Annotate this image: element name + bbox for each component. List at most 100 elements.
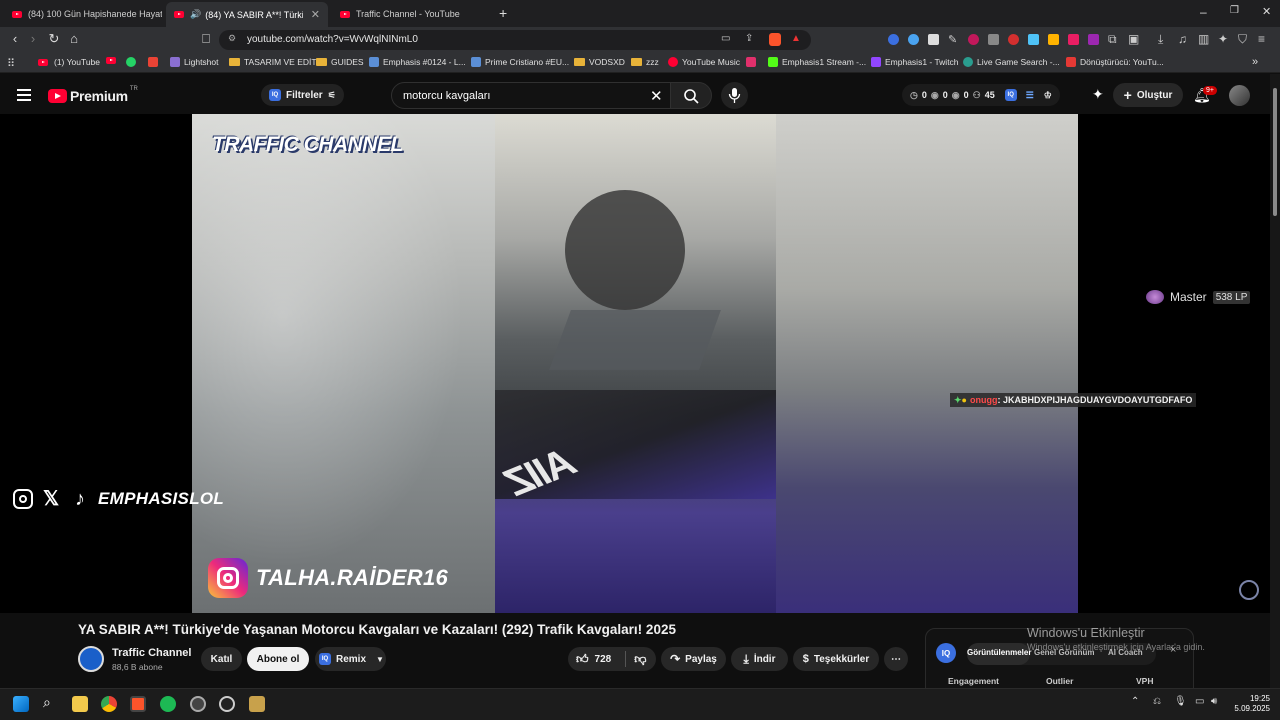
app-icon[interactable] <box>219 696 235 712</box>
extension-icon[interactable] <box>1088 34 1099 45</box>
scrollbar-thumb[interactable] <box>1273 88 1277 216</box>
dislike-icon[interactable]: 👎︎ <box>634 652 646 667</box>
reload-icon[interactable]: ↻ <box>46 31 62 47</box>
site-info-icon[interactable]: ⚙ <box>228 33 236 44</box>
close-tab-icon[interactable]: ✕ <box>311 8 320 21</box>
search-button[interactable] <box>670 82 712 109</box>
bookmark-folder[interactable]: TASARIM VE EDİT <box>229 57 317 67</box>
music-icon[interactable]: ♫ <box>1178 32 1187 46</box>
youtube-logo[interactable]: Premium TR <box>48 86 138 104</box>
extension-icon[interactable] <box>1028 34 1039 45</box>
bookmark-item[interactable]: (1) YouTube <box>38 57 100 67</box>
microphone-tray-icon[interactable]: 🎙︎ <box>1174 696 1187 707</box>
volume-icon[interactable]: 🔊︎ <box>1211 696 1217 707</box>
site-icon <box>471 57 481 67</box>
account-avatar[interactable] <box>1229 85 1250 106</box>
tray-icon[interactable]: ⎌ <box>1153 696 1161 707</box>
browser-tab[interactable]: Traffic Channel - YouTube <box>332 3 492 25</box>
search-input[interactable]: motorcu kavgaları ✕ <box>391 82 671 109</box>
back-icon[interactable]: ‹ <box>7 31 23 47</box>
like-icon[interactable]: 👍︎ <box>576 652 589 667</box>
bookmark-item[interactable]: Emphasis1 - Twitch <box>871 57 959 67</box>
like-count[interactable]: 728 <box>595 654 612 665</box>
create-button[interactable]: + Oluştur <box>1113 83 1183 107</box>
extension-stats-bar[interactable]: ◷ 0 ◉ 0 ◉ 0 ⚇ 45 IQ ☰ ♔ <box>902 84 1060 106</box>
bookmark-folder[interactable]: zzz <box>631 57 659 67</box>
restore-icon[interactable]: ❐ <box>1230 5 1239 16</box>
tab-views[interactable]: Görüntülenmeler <box>967 648 1031 657</box>
pen-extension-icon[interactable]: ✎ <box>948 33 957 46</box>
remix-button[interactable]: IQ Remix ▼ <box>315 647 386 671</box>
bookmark-item[interactable] <box>126 57 140 67</box>
network-icon[interactable]: ▭ <box>1195 696 1204 707</box>
app-icon[interactable] <box>190 696 206 712</box>
app-icon[interactable] <box>249 696 265 712</box>
extension-icon[interactable] <box>968 34 979 45</box>
split-view-icon[interactable]: ▥ <box>1198 32 1209 46</box>
join-button[interactable]: Katıl <box>201 647 242 671</box>
video-blur-left <box>192 114 495 613</box>
download-icon[interactable]: ⤓ <box>1158 32 1163 47</box>
new-tab-button[interactable]: + <box>499 5 507 21</box>
home-icon[interactable]: ⌂ <box>66 31 82 47</box>
bookmark-folder[interactable]: VODSXD <box>574 57 625 67</box>
vpn-icon[interactable]: ⛉ <box>1238 32 1247 47</box>
bookmark-item[interactable]: Dönüştürücü: YouTu... <box>1066 57 1164 67</box>
menu-icon[interactable] <box>17 89 31 104</box>
address-bar[interactable]: ⚙ youtube.com/watch?v=WvWqlNINmL0 ▭ ⇪ ▲ <box>219 30 811 50</box>
bookmark-item[interactable] <box>148 57 162 67</box>
windows-start-icon[interactable] <box>13 696 29 712</box>
bookmark-item[interactable]: Emphasis #0124 - L... <box>369 57 466 67</box>
minimize-icon[interactable]: – <box>1200 5 1207 19</box>
channel-avatar[interactable] <box>78 646 104 672</box>
apps-grid-icon[interactable]: ⠿ <box>7 57 15 70</box>
voice-search-button[interactable] <box>721 82 748 109</box>
extension-icon[interactable] <box>1008 34 1019 45</box>
extension-icon[interactable] <box>928 34 939 45</box>
extension-icon[interactable] <box>1048 34 1059 45</box>
bookmark-icon[interactable]: ⎕ <box>198 31 214 47</box>
channel-name[interactable]: Traffic Channel <box>112 647 191 659</box>
sparkle-icon[interactable]: ✦ <box>1092 86 1104 103</box>
brave-browser-icon[interactable] <box>130 696 146 712</box>
camera-extension-icon[interactable] <box>988 34 999 45</box>
extensions-icon[interactable]: ⧉ <box>1108 32 1117 47</box>
bookmark-item[interactable] <box>106 57 122 64</box>
bookmark-item[interactable]: Emphasis1 Stream -... <box>768 57 866 67</box>
bookmark-item[interactable] <box>746 57 760 67</box>
more-actions-button[interactable]: ⋯ <box>884 647 908 671</box>
close-window-icon[interactable]: ✕ <box>1262 5 1271 18</box>
extension-icon[interactable] <box>888 34 899 45</box>
browser-tab-active[interactable]: 🔊 (84) YA SABIR A**! Türkiye'de ✕ <box>166 2 328 27</box>
clear-search-icon[interactable]: ✕ <box>650 87 663 105</box>
browser-tab[interactable]: (84) 100 Gün Hapishanede Hayatta K <box>4 3 162 25</box>
search-icon[interactable]: ⌕ <box>43 694 51 711</box>
share-icon[interactable]: ⇪ <box>745 33 753 44</box>
bookmark-item[interactable]: Lightshot <box>170 57 219 67</box>
bookmark-folder[interactable]: GUIDES <box>316 57 364 67</box>
download-button[interactable]: ⤓ İndir <box>731 647 788 671</box>
leo-ai-icon[interactable]: ✦ <box>1218 32 1228 46</box>
extension-icon[interactable] <box>1068 34 1079 45</box>
extension-icon[interactable] <box>908 34 919 45</box>
subscribe-button[interactable]: Abone ol <box>247 647 309 671</box>
more-bookmarks-button[interactable]: » <box>1252 56 1258 68</box>
forward-icon[interactable]: › <box>25 31 41 47</box>
page-scrollbar[interactable] <box>1270 74 1280 688</box>
share-button[interactable]: ↷ Paylaş <box>661 647 726 671</box>
thanks-button[interactable]: $ Teşekkürler <box>793 647 879 671</box>
bookmark-item[interactable]: YouTube Music <box>668 57 740 67</box>
system-clock[interactable]: 19:25 5.09.2025 <box>1222 694 1270 714</box>
bookmark-item[interactable]: Live Game Search -... <box>963 57 1060 67</box>
file-explorer-icon[interactable] <box>72 696 88 712</box>
tray-chevron-icon[interactable]: ⌃ <box>1131 696 1139 707</box>
filters-button[interactable]: IQ Filtreler ⚟ <box>261 84 344 106</box>
chrome-icon[interactable] <box>101 696 117 712</box>
brave-rewards-icon[interactable]: ▲ <box>791 33 801 44</box>
bookmark-item[interactable]: Prime Cristiano #EU... <box>471 57 569 67</box>
brave-shields-icon[interactable] <box>769 33 781 46</box>
cast-icon[interactable]: ▭ <box>721 33 730 44</box>
menu-icon[interactable]: ≡ <box>1258 32 1265 46</box>
spotify-icon[interactable] <box>160 696 176 712</box>
sidebar-icon[interactable]: ▣ <box>1128 32 1139 46</box>
